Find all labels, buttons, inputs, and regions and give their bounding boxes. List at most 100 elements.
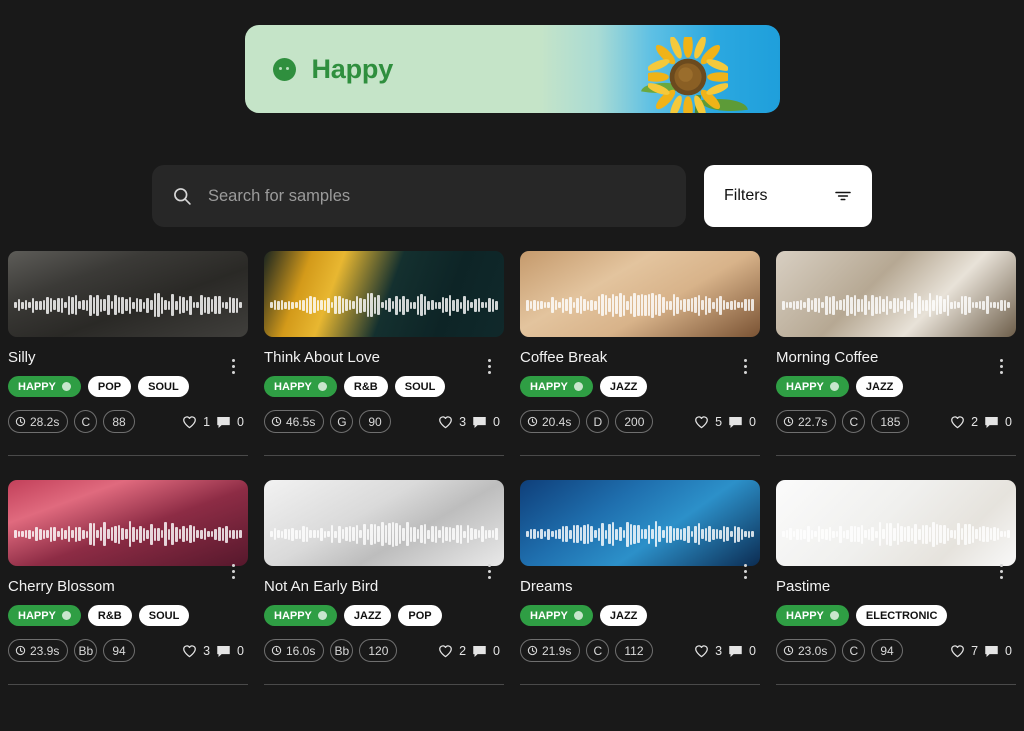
genre-tag[interactable]: POP bbox=[87, 376, 132, 397]
waveform-bar bbox=[413, 526, 416, 542]
waveform-bar bbox=[431, 526, 434, 542]
genre-tag[interactable]: JAZZ bbox=[599, 376, 648, 397]
mood-tag[interactable]: HAPPY bbox=[264, 376, 337, 397]
waveform-bar bbox=[996, 301, 1000, 309]
waveform-bar bbox=[651, 292, 654, 318]
waveform-bar bbox=[864, 295, 867, 315]
waveform[interactable] bbox=[8, 290, 248, 320]
mood-tag[interactable]: HAPPY bbox=[776, 605, 849, 626]
likes-stat[interactable]: 1 bbox=[182, 415, 210, 429]
genre-tag[interactable]: ELECTRONIC bbox=[855, 605, 948, 626]
card-more-options-icon[interactable] bbox=[736, 355, 754, 377]
mood-tag[interactable]: HAPPY bbox=[520, 376, 593, 397]
waveform[interactable] bbox=[264, 290, 504, 320]
sample-thumbnail[interactable] bbox=[8, 480, 248, 566]
waveform-bar bbox=[565, 299, 568, 311]
comments-stat[interactable]: 0 bbox=[984, 644, 1012, 658]
genre-tag[interactable]: R&B bbox=[343, 376, 388, 397]
waveform-bar bbox=[409, 301, 413, 309]
genre-tag[interactable]: JAZZ bbox=[855, 376, 904, 397]
waveform-bar bbox=[824, 295, 828, 315]
waveform-bar bbox=[405, 298, 409, 312]
card-more-options-icon[interactable] bbox=[992, 560, 1010, 582]
likes-stat[interactable]: 5 bbox=[694, 415, 722, 429]
waveform-bar bbox=[416, 295, 420, 315]
comments-stat[interactable]: 0 bbox=[472, 415, 500, 429]
comments-stat[interactable]: 0 bbox=[728, 644, 756, 658]
genre-tag[interactable]: SOUL bbox=[394, 376, 446, 397]
waveform-bar bbox=[697, 523, 701, 545]
waveform-bar bbox=[121, 296, 124, 314]
likes-stat[interactable]: 7 bbox=[950, 644, 978, 658]
mood-banner[interactable]: Happy bbox=[244, 25, 780, 113]
card-more-options-icon[interactable] bbox=[480, 560, 498, 582]
sample-thumbnail[interactable] bbox=[776, 251, 1016, 337]
card-more-options-icon[interactable] bbox=[736, 560, 754, 582]
genre-tag[interactable]: JAZZ bbox=[343, 605, 392, 626]
waveform-bar bbox=[719, 295, 722, 315]
sample-thumbnail[interactable] bbox=[264, 480, 504, 566]
waveform-bar bbox=[807, 298, 810, 312]
waveform-bar bbox=[139, 525, 142, 543]
sample-card[interactable]: Cherry Blossom HAPPY R&B SOUL 23.9s Bb 94 … bbox=[0, 456, 256, 685]
sample-card[interactable]: Not An Early Bird HAPPY JAZZ POP 16.0s Bb … bbox=[256, 456, 512, 685]
tag-label: POP bbox=[97, 380, 122, 393]
sample-card[interactable]: Silly HAPPY POP SOUL 28.2s C 88 1 0 bbox=[0, 251, 256, 456]
sample-thumbnail[interactable] bbox=[264, 251, 504, 337]
genre-tag[interactable]: R&B bbox=[87, 605, 132, 626]
waveform-bar bbox=[388, 298, 391, 312]
search-box[interactable] bbox=[152, 165, 686, 227]
comments-stat[interactable]: 0 bbox=[216, 644, 244, 658]
mood-tag[interactable]: HAPPY bbox=[8, 376, 81, 397]
search-input[interactable] bbox=[208, 165, 686, 227]
card-more-options-icon[interactable] bbox=[992, 355, 1010, 377]
sample-card[interactable]: Coffee Break HAPPY JAZZ 20.4s D 200 5 0 bbox=[512, 251, 768, 456]
comments-stat[interactable]: 0 bbox=[216, 415, 244, 429]
likes-stat[interactable]: 3 bbox=[438, 415, 466, 429]
waveform[interactable] bbox=[520, 519, 760, 549]
comments-stat[interactable]: 0 bbox=[984, 415, 1012, 429]
mood-tag[interactable]: HAPPY bbox=[8, 605, 81, 626]
waveform-bar bbox=[78, 527, 81, 541]
waveform[interactable] bbox=[520, 290, 760, 320]
heart-icon bbox=[183, 644, 196, 657]
waveform[interactable] bbox=[776, 290, 1016, 320]
genre-tag[interactable]: SOUL bbox=[138, 605, 190, 626]
waveform-bar bbox=[235, 297, 239, 313]
mood-tag[interactable]: HAPPY bbox=[520, 605, 593, 626]
sample-thumbnail[interactable] bbox=[520, 251, 760, 337]
mood-tag[interactable]: HAPPY bbox=[264, 605, 337, 626]
comments-stat[interactable]: 0 bbox=[472, 644, 500, 658]
waveform[interactable] bbox=[264, 519, 504, 549]
sample-card[interactable]: Think About Love HAPPY R&B SOUL 46.5s G 90… bbox=[256, 251, 512, 456]
sample-thumbnail[interactable] bbox=[776, 480, 1016, 566]
waveform-bar bbox=[636, 525, 640, 543]
waveform[interactable] bbox=[776, 519, 1016, 549]
card-more-options-icon[interactable] bbox=[224, 355, 242, 377]
waveform-bar bbox=[540, 301, 543, 309]
mood-tag[interactable]: HAPPY bbox=[776, 376, 849, 397]
sample-card[interactable]: Dreams HAPPY JAZZ 21.9s C 112 3 0 bbox=[512, 456, 768, 685]
waveform-bar bbox=[495, 300, 498, 310]
likes-stat[interactable]: 3 bbox=[182, 644, 210, 658]
genre-tag[interactable]: SOUL bbox=[138, 376, 189, 397]
sample-thumbnail[interactable] bbox=[520, 480, 760, 566]
card-more-options-icon[interactable] bbox=[224, 560, 242, 582]
waveform-bar bbox=[438, 530, 441, 538]
filters-button[interactable]: Filters bbox=[704, 165, 872, 227]
sample-card[interactable]: Morning Coffee HAPPY JAZZ 22.7s C 185 2 bbox=[768, 251, 1024, 456]
sample-thumbnail[interactable] bbox=[8, 251, 248, 337]
likes-stat[interactable]: 2 bbox=[950, 415, 978, 429]
waveform-bar bbox=[207, 296, 210, 314]
likes-stat[interactable]: 3 bbox=[694, 644, 722, 658]
waveform[interactable] bbox=[8, 519, 248, 549]
likes-stat[interactable]: 2 bbox=[438, 644, 466, 658]
genre-tag[interactable]: POP bbox=[398, 605, 442, 626]
card-more-options-icon[interactable] bbox=[480, 355, 498, 377]
sample-card[interactable]: Pastime HAPPY ELECTRONIC 23.0s C 94 7 0 bbox=[768, 456, 1024, 685]
genre-tag[interactable]: JAZZ bbox=[599, 605, 648, 626]
comments-stat[interactable]: 0 bbox=[728, 415, 756, 429]
waveform-bar bbox=[334, 296, 337, 314]
waveform-bar bbox=[160, 296, 164, 314]
waveform-bar bbox=[477, 530, 481, 538]
